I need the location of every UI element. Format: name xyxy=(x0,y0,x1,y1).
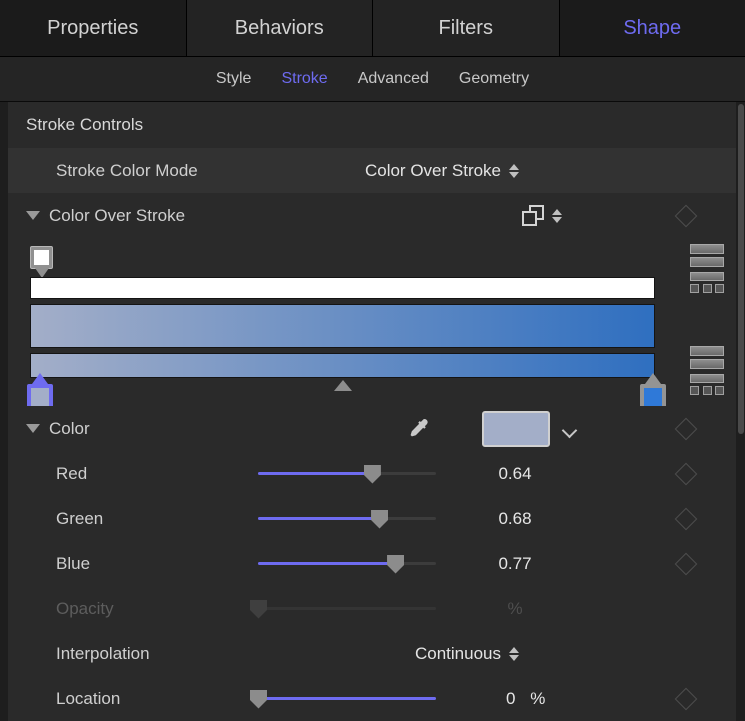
row-green: Green 0.68 xyxy=(8,496,736,541)
color-well[interactable] xyxy=(482,411,550,447)
keyframe-diamond-icon-green[interactable] xyxy=(675,507,698,530)
opacity-value: % xyxy=(460,599,570,619)
location-value-number: 0 xyxy=(506,689,515,708)
color-gradient-bar[interactable] xyxy=(30,353,655,378)
blue-slider[interactable] xyxy=(258,554,436,574)
keyframe-diamond-icon-color-over-stroke[interactable] xyxy=(675,204,698,227)
location-unit: % xyxy=(530,689,545,708)
interpolation-label: Interpolation xyxy=(56,644,150,664)
tab-filters-label: Filters xyxy=(439,17,493,40)
color-tag-tools xyxy=(690,346,724,400)
gradient-color-tag-end-swatch xyxy=(644,388,662,406)
panel-gutter xyxy=(0,102,8,721)
opacity-unit: % xyxy=(507,599,522,618)
tab-shape-label: Shape xyxy=(623,17,681,40)
gradient-preset-popup[interactable] xyxy=(428,205,656,226)
blue-label: Blue xyxy=(56,554,90,574)
tab-filters[interactable]: Filters xyxy=(373,0,560,56)
row-color-group: Color xyxy=(8,406,736,451)
main-tab-bar: Properties Behaviors Filters Shape xyxy=(0,0,745,57)
disclosure-triangle-icon[interactable] xyxy=(26,211,40,220)
color-group-label: Color xyxy=(49,419,90,439)
tab-behaviors[interactable]: Behaviors xyxy=(187,0,374,56)
color-distribute-tags-icon[interactable] xyxy=(690,374,724,395)
stroke-color-mode-label: Stroke Color Mode xyxy=(56,161,198,181)
blue-slider-fill xyxy=(258,562,395,565)
stroke-color-mode-stepper-icon[interactable] xyxy=(509,164,519,178)
subtab-stroke[interactable]: Stroke xyxy=(281,70,327,88)
gradient-editor xyxy=(8,238,736,406)
row-location: Location 0 % xyxy=(8,676,736,721)
red-slider-thumb[interactable] xyxy=(364,465,381,484)
color-spread-tags-icon[interactable] xyxy=(690,346,724,369)
tab-properties[interactable]: Properties xyxy=(0,0,187,56)
opacity-gradient-bar[interactable] xyxy=(30,277,655,299)
gradient-preview-bar xyxy=(30,304,655,348)
opacity-slider xyxy=(258,599,436,619)
location-slider-thumb[interactable] xyxy=(250,690,267,709)
stroke-color-mode-popup[interactable]: Color Over Stroke xyxy=(238,161,646,181)
green-slider[interactable] xyxy=(258,509,436,529)
stroke-panel: Stroke Controls Stroke Color Mode Color … xyxy=(0,102,745,721)
blue-value[interactable]: 0.77 xyxy=(460,554,570,574)
tab-properties-label: Properties xyxy=(47,17,138,40)
color-over-stroke-label: Color Over Stroke xyxy=(49,206,185,226)
interpolation-stepper-icon[interactable] xyxy=(509,647,519,661)
tab-shape[interactable]: Shape xyxy=(560,0,745,56)
subtab-style[interactable]: Style xyxy=(216,70,252,88)
tab-behaviors-label: Behaviors xyxy=(235,17,324,40)
interpolation-popup[interactable]: Continuous xyxy=(288,644,646,664)
location-slider[interactable] xyxy=(258,689,436,709)
location-slider-fill xyxy=(258,697,436,700)
subtab-geometry[interactable]: Geometry xyxy=(459,70,529,88)
section-title: Stroke Controls xyxy=(26,115,143,135)
stacked-squares-icon xyxy=(522,205,544,226)
panel-content: Stroke Controls Stroke Color Mode Color … xyxy=(8,102,736,721)
sub-tab-bar: Style Stroke Advanced Geometry xyxy=(0,57,745,102)
green-slider-fill xyxy=(258,517,379,520)
red-label: Red xyxy=(56,464,87,484)
subtab-advanced[interactable]: Advanced xyxy=(358,70,429,88)
opacity-distribute-tags-icon[interactable] xyxy=(690,272,724,293)
stroke-color-mode-value: Color Over Stroke xyxy=(365,161,501,181)
location-label: Location xyxy=(56,689,120,709)
keyframe-diamond-icon-red[interactable] xyxy=(675,462,698,485)
scrollbar-thumb[interactable] xyxy=(738,104,744,434)
green-slider-thumb[interactable] xyxy=(371,510,388,529)
keyframe-diamond-icon-blue[interactable] xyxy=(675,552,698,575)
row-color-over-stroke: Color Over Stroke xyxy=(8,193,736,238)
opacity-spread-tags-icon[interactable] xyxy=(690,244,724,267)
eyedropper-icon[interactable] xyxy=(404,416,430,442)
opacity-label: Opacity xyxy=(56,599,114,619)
blue-slider-thumb[interactable] xyxy=(387,555,404,574)
red-slider[interactable] xyxy=(258,464,436,484)
opacity-tag-tools xyxy=(690,244,724,298)
green-value[interactable]: 0.68 xyxy=(460,509,570,529)
opacity-tag[interactable] xyxy=(30,246,53,269)
gradient-midpoint-marker[interactable] xyxy=(334,380,352,391)
panel-scrollbar[interactable] xyxy=(736,102,745,721)
red-value[interactable]: 0.64 xyxy=(460,464,570,484)
opacity-tag-swatch xyxy=(34,250,49,265)
row-opacity: Opacity % xyxy=(8,586,736,631)
opacity-slider-thumb xyxy=(250,600,267,619)
location-value[interactable]: 0 % xyxy=(506,689,616,709)
keyframe-diamond-icon-color[interactable] xyxy=(675,417,698,440)
gradient-preset-stepper-icon[interactable] xyxy=(552,209,562,223)
keyframe-diamond-icon-location[interactable] xyxy=(675,687,698,710)
red-slider-fill xyxy=(258,472,372,475)
row-stroke-color-mode: Stroke Color Mode Color Over Stroke xyxy=(8,148,736,193)
green-label: Green xyxy=(56,509,103,529)
row-red: Red 0.64 xyxy=(8,451,736,496)
section-header-stroke-controls: Stroke Controls xyxy=(8,102,736,148)
interpolation-value: Continuous xyxy=(415,644,501,664)
disclosure-triangle-icon-color[interactable] xyxy=(26,424,40,433)
row-blue: Blue 0.77 xyxy=(8,541,736,586)
gradient-color-tag-start-swatch xyxy=(31,388,49,406)
row-interpolation: Interpolation Continuous xyxy=(8,631,736,676)
opacity-slider-track xyxy=(258,607,436,610)
chevron-down-icon[interactable] xyxy=(564,425,578,433)
